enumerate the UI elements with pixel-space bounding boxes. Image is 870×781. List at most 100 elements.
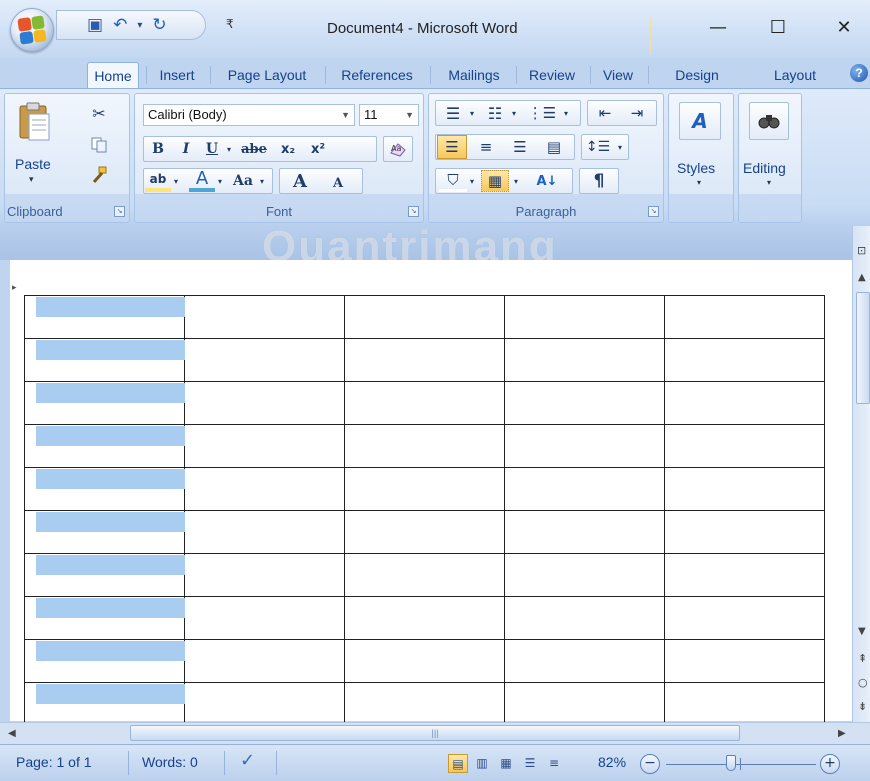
scroll-up-icon[interactable]: ▲: [858, 272, 866, 283]
highlight-button[interactable]: ab: [145, 170, 171, 192]
table-cell[interactable]: [24, 639, 185, 683]
table-cell[interactable]: [504, 467, 665, 511]
table-cell[interactable]: [664, 295, 825, 339]
justify-icon[interactable]: ▤: [539, 136, 569, 158]
table-cell[interactable]: [504, 295, 665, 339]
table-cell[interactable]: [24, 553, 185, 597]
table-cell[interactable]: [344, 596, 505, 640]
font-color-dropdown-icon[interactable]: ▾: [215, 170, 225, 192]
close-button[interactable]: ✕: [822, 14, 866, 42]
table-cell[interactable]: [664, 682, 825, 726]
print-layout-icon[interactable]: ▤: [448, 754, 468, 773]
shading-dropdown-icon[interactable]: ▾: [467, 170, 477, 192]
highlight-dropdown-icon[interactable]: ▾: [171, 170, 181, 192]
table-move-handle-icon[interactable]: ▸: [12, 282, 17, 293]
table-cell[interactable]: [184, 424, 345, 468]
table-cell[interactable]: [504, 381, 665, 425]
shrink-font-button[interactable]: A: [323, 174, 353, 192]
increase-indent-icon[interactable]: ⇥: [623, 102, 651, 124]
bullets-icon[interactable]: ☰: [439, 102, 467, 124]
borders-dropdown-icon[interactable]: ▾: [511, 170, 521, 192]
zoom-in-button[interactable]: +: [820, 754, 840, 774]
bold-button[interactable]: B: [147, 138, 169, 160]
table-cell[interactable]: [24, 381, 185, 425]
spell-check-icon[interactable]: ✓: [240, 750, 255, 771]
table-cell[interactable]: [504, 424, 665, 468]
center-icon[interactable]: ≡: [471, 136, 501, 158]
office-button[interactable]: [10, 8, 54, 52]
web-layout-icon[interactable]: ▦: [496, 754, 516, 773]
save-icon[interactable]: ▣: [87, 16, 103, 34]
table-cell[interactable]: [504, 553, 665, 597]
strikethrough-button[interactable]: abe: [239, 138, 269, 160]
table-cell[interactable]: [664, 338, 825, 382]
table-cell[interactable]: [664, 467, 825, 511]
tab-insert[interactable]: Insert: [150, 62, 204, 88]
table-cell[interactable]: [344, 295, 505, 339]
table-cell[interactable]: [664, 510, 825, 554]
table-cell[interactable]: [504, 510, 665, 554]
clear-formatting-icon[interactable]: Aa: [383, 136, 413, 162]
pilcrow-icon[interactable]: ¶: [583, 170, 615, 192]
table-cell[interactable]: [24, 510, 185, 554]
table-cell[interactable]: [344, 467, 505, 511]
underline-dropdown-icon[interactable]: ▾: [223, 138, 235, 160]
change-case-dropdown-icon[interactable]: ▾: [257, 170, 267, 192]
underline-button[interactable]: U: [201, 138, 223, 160]
outline-icon[interactable]: ☰: [520, 754, 540, 773]
multilevel-icon[interactable]: ⋮☰: [525, 102, 559, 124]
table-cell[interactable]: [344, 682, 505, 726]
table-cell[interactable]: [344, 510, 505, 554]
next-page-icon[interactable]: ⇟: [858, 700, 867, 713]
table-cell[interactable]: [664, 381, 825, 425]
subscript-button[interactable]: x₂: [275, 138, 301, 160]
tab-page-layout[interactable]: Page Layout: [214, 62, 320, 88]
find-icon[interactable]: [749, 102, 789, 140]
italic-button[interactable]: I: [175, 138, 197, 160]
table-cell[interactable]: [184, 295, 345, 339]
draft-icon[interactable]: ≡: [544, 754, 564, 773]
page-count[interactable]: Page: 1 of 1: [16, 754, 92, 770]
styles-icon[interactable]: A: [679, 102, 721, 140]
paste-label[interactable]: Paste: [15, 156, 51, 172]
table-cell[interactable]: [24, 467, 185, 511]
zoom-slider-track[interactable]: [666, 764, 816, 765]
clipboard-launcher-icon[interactable]: ↘: [114, 206, 125, 217]
paste-icon[interactable]: [13, 100, 55, 144]
paragraph-launcher-icon[interactable]: ↘: [648, 206, 659, 217]
align-right-icon[interactable]: ☰: [505, 136, 535, 158]
line-spacing-dropdown-icon[interactable]: ▾: [615, 136, 625, 158]
table-cell[interactable]: [184, 553, 345, 597]
editing-dropdown-icon[interactable]: ▾: [767, 178, 771, 187]
horizontal-scroll-thumb[interactable]: |||: [130, 725, 740, 741]
bullets-dropdown-icon[interactable]: ▾: [467, 102, 477, 124]
zoom-slider-thumb[interactable]: [726, 755, 736, 771]
document-table[interactable]: [24, 295, 825, 726]
table-cell[interactable]: [344, 639, 505, 683]
table-cell[interactable]: [24, 596, 185, 640]
table-cell[interactable]: [664, 639, 825, 683]
undo-dropdown-icon[interactable]: ▾: [137, 20, 142, 31]
scroll-right-icon[interactable]: ▶: [838, 728, 846, 739]
table-cell[interactable]: [184, 381, 345, 425]
table-cell[interactable]: [664, 553, 825, 597]
grow-font-button[interactable]: A: [285, 170, 315, 192]
line-spacing-icon[interactable]: ↕☰: [583, 136, 613, 158]
format-painter-icon[interactable]: [87, 164, 111, 186]
tab-mailings[interactable]: Mailings: [434, 62, 514, 88]
scroll-down-icon[interactable]: ▼: [858, 626, 866, 637]
tab-references[interactable]: References: [329, 62, 425, 88]
table-cell[interactable]: [24, 424, 185, 468]
numbering-icon[interactable]: ☷: [481, 102, 509, 124]
tab-review[interactable]: Review: [520, 62, 584, 88]
align-left-icon[interactable]: ☰: [437, 135, 467, 159]
maximize-button[interactable]: ☐: [756, 14, 800, 42]
table-cell[interactable]: [344, 553, 505, 597]
table-cell[interactable]: [664, 424, 825, 468]
table-cell[interactable]: [664, 596, 825, 640]
cut-icon[interactable]: ✂: [87, 102, 111, 124]
table-cell[interactable]: [24, 682, 185, 726]
tab-view[interactable]: View: [594, 62, 642, 88]
scroll-left-icon[interactable]: ◀: [8, 728, 16, 739]
select-browse-object-icon[interactable]: ○: [858, 676, 868, 689]
